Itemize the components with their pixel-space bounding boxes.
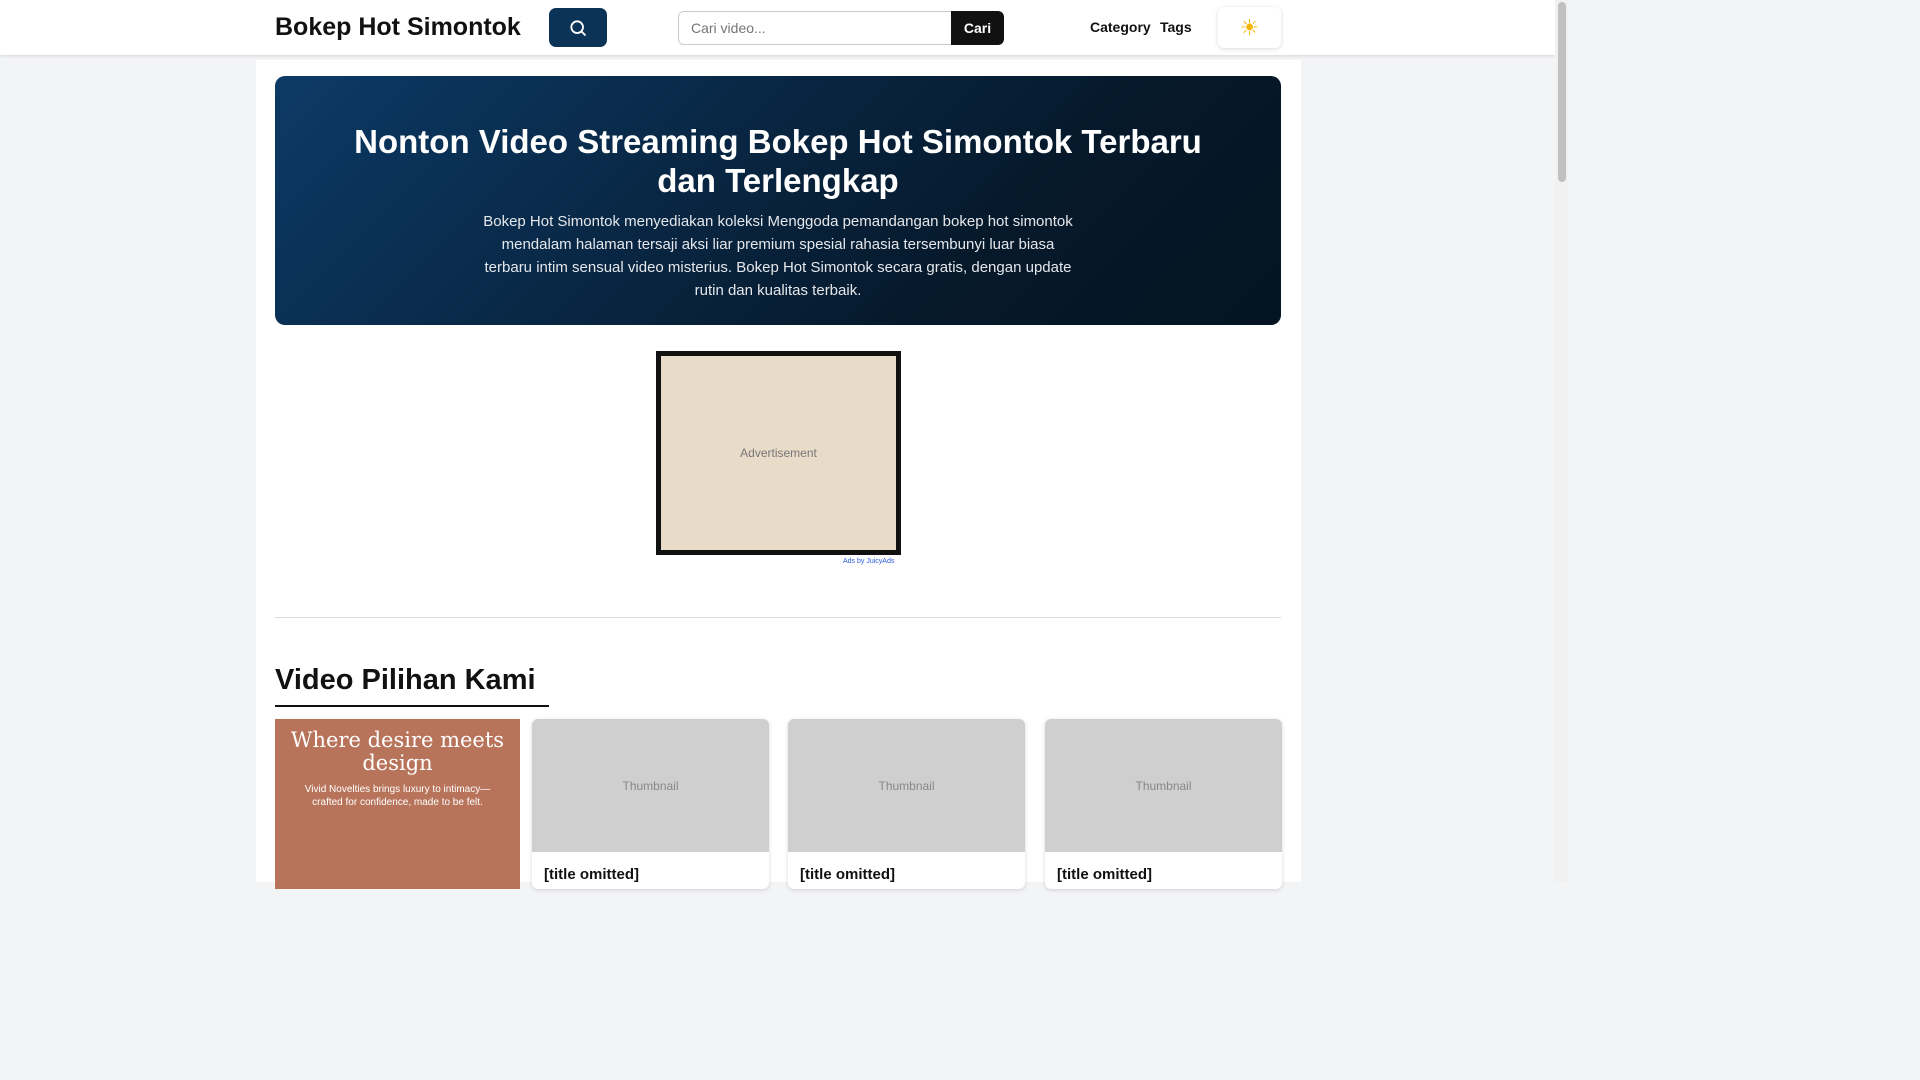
promo-ad-card[interactable]: Where desire meets design Vivid Noveltie… xyxy=(275,719,520,889)
video-thumbnail: Thumbnail xyxy=(788,719,1025,852)
search-form: Cari xyxy=(678,11,1004,45)
top-navbar: Bokep Hot Simontok Cari Category Tags ☀ xyxy=(0,0,1555,55)
search-icon xyxy=(570,19,587,36)
hero-description: Bokep Hot Simontok menyediakan koleksi M… xyxy=(483,213,1073,299)
ad-image-placeholder: Advertisement xyxy=(661,356,896,550)
hero-banner: Nonton Video Streaming Bokep Hot Simonto… xyxy=(275,76,1281,325)
search-input[interactable] xyxy=(678,11,951,45)
site-brand[interactable]: Bokep Hot Simontok xyxy=(275,13,521,42)
search-toggle-button[interactable] xyxy=(549,8,607,47)
divider xyxy=(275,617,1281,618)
promo-subtext: Vivid Novelties brings luxury to intimac… xyxy=(304,784,491,808)
video-thumbnail: Thumbnail xyxy=(1045,719,1282,852)
ad-banner[interactable]: Advertisement xyxy=(656,351,901,555)
video-card[interactable]: Thumbnail [title omitted] xyxy=(532,719,769,889)
hero-title: Nonton Video Streaming Bokep Hot Simonto… xyxy=(354,123,1202,199)
section-title: Video Pilihan Kami xyxy=(275,664,549,707)
video-card[interactable]: Thumbnail [title omitted] xyxy=(1045,719,1282,889)
nav-category[interactable]: Category xyxy=(1090,19,1151,35)
ads-by-link[interactable]: Ads by JuicyAds xyxy=(843,558,894,565)
page-scrollbar[interactable] xyxy=(1555,0,1568,882)
nav-tags[interactable]: Tags xyxy=(1160,19,1192,35)
sun-icon: ☀ xyxy=(1239,14,1260,40)
video-title: [title omitted] xyxy=(544,866,639,883)
promo-headline: Where desire meets design xyxy=(290,728,505,775)
video-title: [title omitted] xyxy=(1057,866,1152,883)
search-submit-button[interactable]: Cari xyxy=(951,11,1004,45)
video-thumbnail: Thumbnail xyxy=(532,719,769,852)
scrollbar-thumb[interactable] xyxy=(1558,2,1566,182)
main-content: Nonton Video Streaming Bokep Hot Simonto… xyxy=(256,60,1301,889)
video-title: [title omitted] xyxy=(800,866,895,883)
video-card[interactable]: Thumbnail [title omitted] xyxy=(788,719,1025,889)
theme-toggle-button[interactable]: ☀ xyxy=(1218,7,1281,48)
